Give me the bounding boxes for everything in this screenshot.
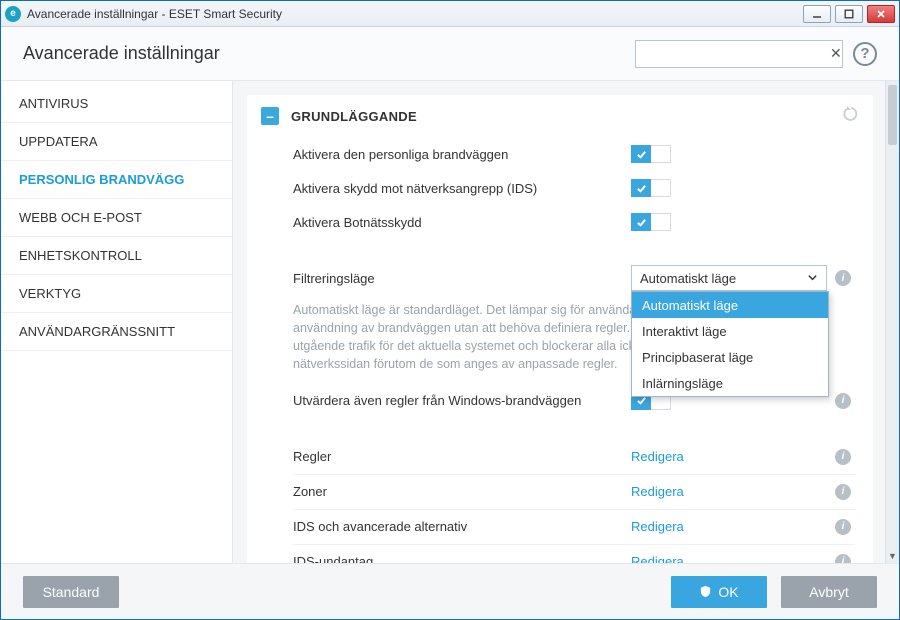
sidebar-item-tools[interactable]: VERKTYG [1, 275, 232, 313]
window-buttons [803, 5, 895, 23]
help-button[interactable]: ? [853, 42, 877, 66]
sidebar-item-label: ENHETSKONTROLL [19, 248, 142, 263]
search-input[interactable] [648, 46, 824, 61]
sidebar: ANTIVIRUS UPPDATERA PERSONLIG BRANDVÄGG … [1, 81, 233, 563]
maximize-button[interactable] [835, 5, 863, 23]
row-enable-firewall: Aktivera den personliga brandväggen [247, 137, 873, 171]
search-box[interactable]: ✕ [635, 40, 843, 68]
minimize-button[interactable] [803, 5, 831, 23]
sidebar-item-antivirus[interactable]: ANTIVIRUS [1, 85, 232, 123]
row-label: Regler [293, 449, 631, 464]
info-icon[interactable]: i [835, 393, 851, 409]
row-enable-ids: Aktivera skydd mot nätverksangrepp (IDS) [247, 171, 873, 205]
edit-link[interactable]: Redigera [631, 519, 684, 534]
toggle-enable-ids[interactable] [631, 179, 671, 197]
check-icon [631, 179, 651, 197]
scrollbar[interactable]: ▲ ▼ [885, 81, 899, 563]
panel-title: GRUNDLÄGGANDE [291, 109, 417, 124]
row-label: Filtreringsläge [293, 271, 631, 286]
row-label: Aktivera den personliga brandväggen [293, 147, 631, 162]
sidebar-item-label: UPPDATERA [19, 134, 98, 149]
cancel-button[interactable]: Avbryt [781, 576, 877, 608]
content-wrap: – GRUNDLÄGGANDE Aktivera den personliga … [233, 81, 899, 563]
row-label: Aktivera Botnätsskydd [293, 215, 631, 230]
sidebar-item-device-control[interactable]: ENHETSKONTROLL [1, 237, 232, 275]
toggle-off [651, 145, 671, 163]
row-zones: Zoner Redigera i [247, 475, 873, 509]
window-title: Avancerade inställningar - ESET Smart Se… [27, 7, 282, 21]
row-label: Aktivera skydd mot nätverksangrepp (IDS) [293, 181, 631, 196]
sidebar-item-label: WEBB OCH E-POST [19, 210, 142, 225]
panel-header: – GRUNDLÄGGANDE [247, 95, 873, 137]
toggle-enable-firewall[interactable] [631, 145, 671, 163]
dropdown-option[interactable]: Principbaserat läge [632, 344, 828, 370]
search-clear-icon[interactable]: ✕ [830, 45, 842, 62]
button-label: Standard [43, 584, 100, 600]
info-icon[interactable]: i [835, 554, 851, 564]
sidebar-item-label: ANTIVIRUS [19, 96, 88, 111]
row-label: IDS-undantag [293, 554, 631, 563]
chevron-down-icon [807, 271, 818, 286]
check-icon [631, 213, 651, 231]
sidebar-item-firewall[interactable]: PERSONLIG BRANDVÄGG [1, 161, 232, 199]
close-button[interactable] [867, 5, 895, 23]
filtering-mode-dropdown: Automatiskt läge Interaktivt läge Princi… [631, 291, 829, 397]
sidebar-item-web-email[interactable]: WEBB OCH E-POST [1, 199, 232, 237]
button-label: Avbryt [809, 584, 848, 600]
scroll-thumb[interactable] [888, 85, 897, 145]
scroll-down-icon[interactable]: ▼ [886, 549, 899, 563]
info-icon[interactable]: i [835, 270, 851, 286]
row-rules: Regler Redigera i [247, 440, 873, 474]
search-wrap: ✕ ? [635, 40, 877, 68]
row-enable-botnet: Aktivera Botnätsskydd [247, 205, 873, 239]
row-ids-advanced: IDS och avancerade alternativ Redigera i [247, 510, 873, 544]
sidebar-item-label: PERSONLIG BRANDVÄGG [19, 172, 184, 187]
row-label: IDS och avancerade alternativ [293, 519, 631, 534]
row-label: Zoner [293, 484, 631, 499]
edit-link[interactable]: Redigera [631, 554, 684, 563]
edit-link[interactable]: Redigera [631, 449, 684, 464]
row-ids-exceptions: IDS-undantag Redigera i [247, 545, 873, 564]
app-icon: e [5, 6, 21, 22]
sidebar-item-label: ANVÄNDARGRÄNSSNITT [19, 324, 175, 339]
check-icon [631, 145, 651, 163]
info-icon[interactable]: i [835, 519, 851, 535]
toggle-enable-botnet[interactable] [631, 213, 671, 231]
row-control [631, 145, 831, 163]
info-icon[interactable]: i [835, 484, 851, 500]
header: Avancerade inställningar ✕ ? [1, 27, 899, 81]
collapse-icon[interactable]: – [261, 107, 279, 125]
row-label: Utvärdera även regler från Windows-brand… [293, 393, 631, 408]
dropdown-option[interactable]: Automatiskt läge [632, 292, 828, 318]
sidebar-item-update[interactable]: UPPDATERA [1, 123, 232, 161]
shield-ok-icon [699, 585, 712, 598]
footer: Standard OK Avbryt [1, 563, 899, 619]
panel-basic: – GRUNDLÄGGANDE Aktivera den personliga … [247, 95, 873, 563]
reset-icon[interactable] [843, 106, 859, 127]
default-button[interactable]: Standard [23, 576, 119, 608]
row-filtering-mode: Filtreringsläge Automatiskt läge Automat… [247, 261, 873, 295]
filtering-mode-select[interactable]: Automatiskt läge Automatiskt läge Intera… [631, 265, 827, 291]
select-value: Automatiskt läge [640, 271, 736, 286]
dropdown-option[interactable]: Inlärningsläge [632, 370, 828, 396]
button-label: OK [718, 584, 738, 600]
sidebar-item-label: VERKTYG [19, 286, 81, 301]
body: ANTIVIRUS UPPDATERA PERSONLIG BRANDVÄGG … [1, 81, 899, 563]
info-icon[interactable]: i [835, 449, 851, 465]
content: – GRUNDLÄGGANDE Aktivera den personliga … [233, 81, 885, 563]
titlebar: e Avancerade inställningar - ESET Smart … [1, 1, 899, 27]
ok-button[interactable]: OK [671, 576, 767, 608]
window: e Avancerade inställningar - ESET Smart … [0, 0, 900, 620]
page-title: Avancerade inställningar [23, 43, 220, 64]
sidebar-item-ui[interactable]: ANVÄNDARGRÄNSSNITT [1, 313, 232, 351]
dropdown-option[interactable]: Interaktivt läge [632, 318, 828, 344]
edit-link[interactable]: Redigera [631, 484, 684, 499]
